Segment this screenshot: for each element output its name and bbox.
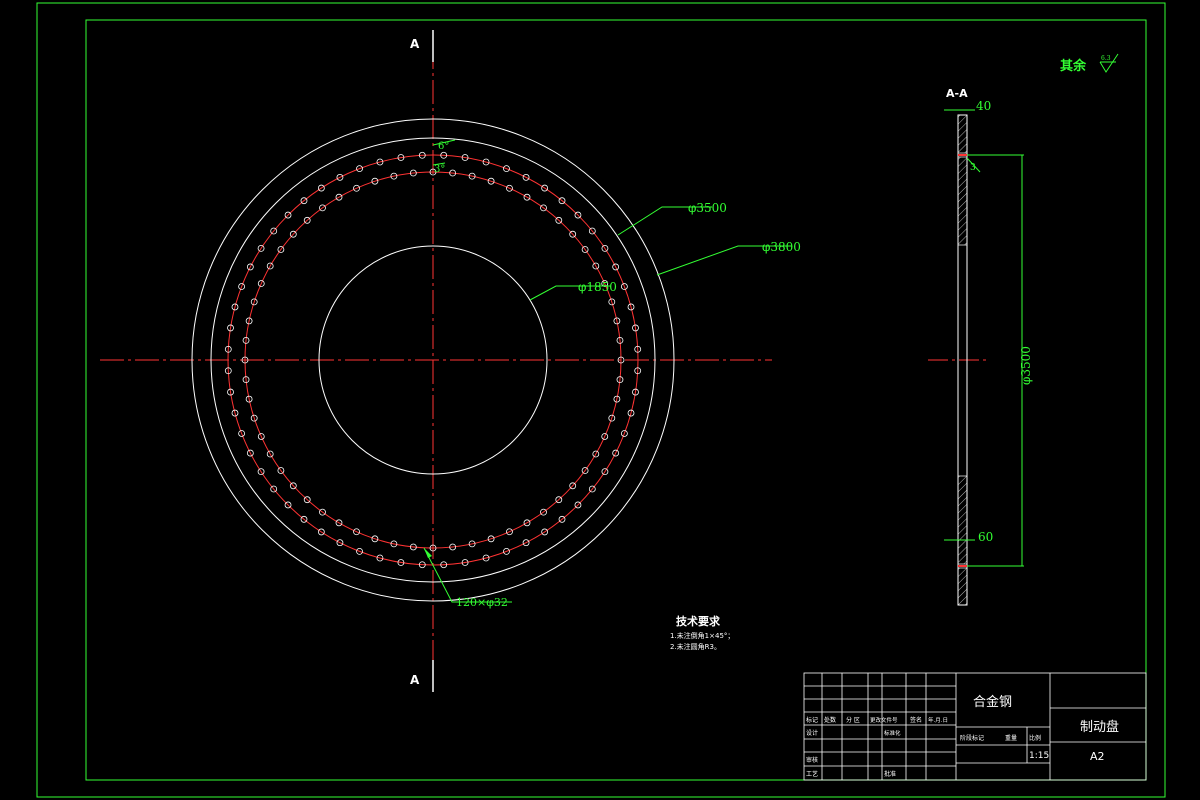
- tb-material: 合金钢: [973, 694, 1012, 710]
- section-marker-bottom: A: [410, 673, 420, 687]
- dim-thickness-top: 40: [976, 99, 991, 113]
- dim-outer-diameter: φ3800: [762, 240, 801, 254]
- surface-finish-note: 其余: [1060, 58, 1087, 74]
- tb-stage-mark: 阶段标记: [960, 734, 984, 742]
- section-title: A-A: [946, 87, 968, 100]
- tech-req-item-2: 2.未注圆角R3。: [670, 642, 721, 651]
- tb-weight: 重量: [1005, 734, 1017, 742]
- section-hatch-upper: [957, 156, 968, 246]
- angle-inner-label: 3°: [434, 164, 445, 175]
- dim-thickness-bottom: 60: [978, 530, 993, 544]
- dim-section-height: φ3500: [1019, 346, 1033, 385]
- chamfer-callout: 3: [970, 163, 976, 173]
- tb-header-6: 年.月.日: [928, 716, 948, 724]
- drawing-sheet: A A 6° 3° φ3500 φ3800 φ1850 120×φ32 其余 6…: [36, 2, 1166, 798]
- tb-header-4: 更改文件号: [870, 716, 898, 724]
- tb-scale-label: 比例: [1029, 734, 1041, 742]
- tech-req-title: 技术要求: [676, 614, 721, 628]
- tb-mid-standard: 标准化: [884, 729, 901, 737]
- outer-frame: [36, 2, 1166, 798]
- tech-requirements: 技术要求 1.未注倒角1×45°； 2.未注圆角R3。: [670, 614, 734, 651]
- tb-sheet-size: A2: [1090, 750, 1105, 763]
- inner-frame: [85, 19, 1147, 781]
- tb-header-2: 处数: [824, 716, 836, 724]
- tb-header-5: 签名: [910, 716, 922, 724]
- tb-part-name: 制动盘: [1080, 719, 1119, 735]
- dim-hole-circle-diameter: φ3500: [688, 201, 727, 215]
- tb-row-process: 工艺: [806, 770, 818, 778]
- tb-mid-approve: 批准: [884, 770, 896, 778]
- surface-finish-value: 6.3: [1101, 55, 1111, 62]
- section-view: A-A 40 60 φ3500 3: [928, 87, 1033, 606]
- dim-hole-spec: 120×φ32: [456, 596, 508, 609]
- tb-row-design: 设计: [806, 729, 818, 737]
- dim-inner-diameter: φ1850: [578, 280, 617, 294]
- angle-outer-label: 6°: [438, 141, 449, 152]
- title-block-text: 标记 处数 分 区 更改文件号 签名 年.月.日 设计 审核 工艺 标准化 批准…: [806, 694, 1119, 778]
- tb-header-1: 标记: [806, 716, 818, 724]
- section-marker-top: A: [410, 37, 420, 51]
- section-hatch-bottom: [957, 567, 968, 606]
- tech-req-item-1: 1.未注倒角1×45°；: [670, 631, 734, 640]
- tb-header-3: 分 区: [846, 716, 860, 724]
- tb-row-review: 审核: [806, 756, 818, 764]
- front-view: A A 6° 3° φ3500 φ3800 φ1850 120×φ32: [100, 30, 801, 692]
- dim-leader-holes: [423, 547, 512, 603]
- section-hatch-lower: [957, 475, 968, 565]
- section-hatch-top: [957, 114, 968, 154]
- tb-scale: 1:15: [1029, 751, 1049, 761]
